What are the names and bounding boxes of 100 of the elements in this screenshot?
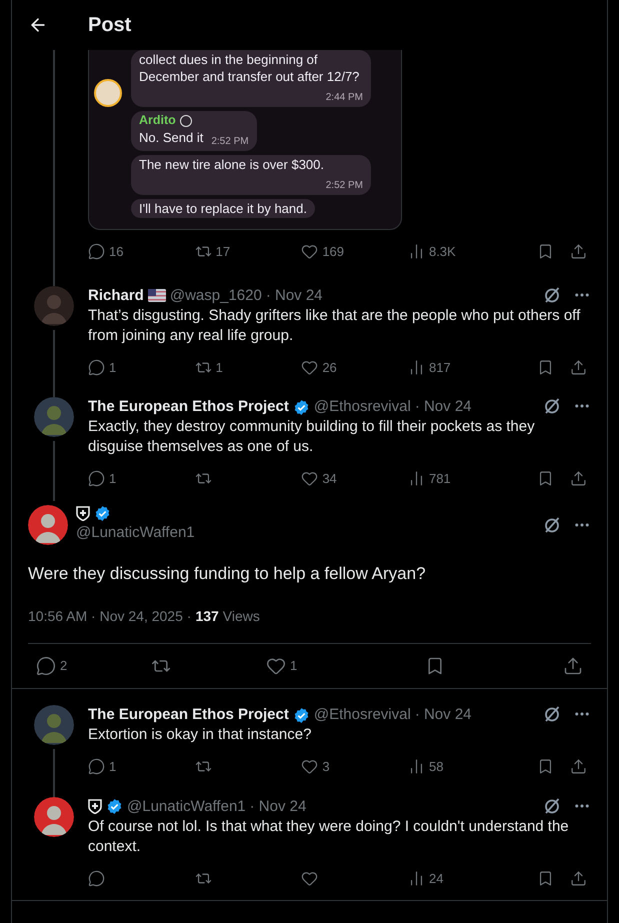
chat-text: I'll have to replace it by hand. bbox=[139, 201, 307, 216]
post-date[interactable]: · Nov 24 bbox=[266, 286, 323, 306]
count: 1 bbox=[290, 657, 298, 676]
post-date[interactable]: · Nov 24 bbox=[414, 705, 472, 725]
chat-time: 2:52 PM bbox=[211, 135, 249, 149]
reply-button[interactable]: 16 bbox=[88, 242, 124, 262]
author-handle[interactable]: @Ethosrevival bbox=[314, 397, 411, 417]
post-date[interactable]: · Nov 24 bbox=[414, 397, 472, 417]
heart-icon bbox=[266, 656, 286, 676]
like-button[interactable] bbox=[301, 870, 318, 887]
count: 1 bbox=[216, 358, 223, 376]
reply-button[interactable]: 1 bbox=[88, 358, 116, 377]
bookmark-icon bbox=[537, 758, 554, 776]
bookmark-button[interactable] bbox=[537, 758, 554, 776]
views-button[interactable]: 8.3K bbox=[408, 242, 456, 262]
share-icon bbox=[570, 358, 587, 376]
bookmark-button[interactable] bbox=[537, 870, 554, 887]
reply-text: Extortion is okay in that instance? bbox=[88, 725, 312, 745]
count: 34 bbox=[322, 470, 337, 488]
slashed-circle-icon[interactable] bbox=[543, 705, 561, 723]
views-button[interactable]: 817 bbox=[408, 358, 451, 377]
post-date[interactable]: · Nov 24 bbox=[250, 796, 306, 816]
repost-button[interactable]: 1 bbox=[194, 358, 223, 377]
like-button[interactable]: 34 bbox=[301, 469, 337, 488]
author-handle[interactable]: @Ethosrevival bbox=[314, 705, 411, 725]
bookmark-button[interactable] bbox=[537, 243, 554, 260]
reply-text: Exactly, they destroy community building to fill their pockets as they disguise themselves as one of us. bbox=[88, 417, 536, 457]
count: 1 bbox=[109, 758, 116, 776]
count: 2 bbox=[60, 657, 68, 676]
speech-bubble-icon bbox=[88, 870, 105, 887]
count: 817 bbox=[428, 358, 451, 376]
count: 1 bbox=[109, 358, 116, 376]
like-button[interactable]: 3 bbox=[301, 757, 330, 776]
count: 1 bbox=[109, 470, 116, 488]
speech-bubble-icon bbox=[88, 243, 105, 260]
bookmark-button[interactable] bbox=[537, 470, 554, 488]
reply-button[interactable]: 1 bbox=[88, 757, 116, 776]
author-name[interactable]: Richard bbox=[88, 286, 144, 306]
slashed-circle-icon[interactable] bbox=[543, 516, 561, 534]
share-button[interactable] bbox=[570, 870, 587, 887]
reply-button[interactable]: 2 bbox=[36, 656, 68, 676]
slashed-circle-icon[interactable] bbox=[543, 397, 561, 415]
count: 26 bbox=[322, 358, 337, 376]
speech-bubble-icon bbox=[88, 470, 105, 488]
bookmark-icon bbox=[537, 243, 554, 260]
chat-text: collect dues in the beginning of December and transfer out after 12/7? bbox=[139, 52, 360, 84]
slashed-circle-icon[interactable] bbox=[543, 796, 561, 814]
count: 8.3K bbox=[428, 243, 456, 261]
reply-button[interactable] bbox=[88, 870, 105, 887]
share-icon bbox=[570, 470, 587, 488]
chat-screenshot[interactable]: collect dues in the beginning of December and transfer out after 12/7? 2:44 PM Ardito No. Send it 2:52 PM The new tire alone is over $300. 2:52 PM I'll have to replace it by hand. bbox=[88, 50, 402, 230]
repost-button[interactable]: 17 bbox=[194, 242, 230, 262]
author-handle[interactable]: @wasp_1620 bbox=[170, 286, 262, 306]
author-handle[interactable]: @LunaticWaffen1 bbox=[127, 796, 246, 816]
share-icon bbox=[570, 870, 587, 887]
avatar[interactable] bbox=[34, 796, 74, 836]
share-button[interactable] bbox=[570, 758, 587, 776]
author-handle[interactable]: @LunaticWaffen1 bbox=[76, 522, 195, 544]
bookmark-button[interactable] bbox=[537, 358, 554, 376]
count: 3 bbox=[322, 758, 330, 776]
like-button[interactable]: 26 bbox=[301, 358, 337, 377]
reply-text: Of course not lol. Is that what they were doing? I couldn't understand the context. bbox=[88, 816, 570, 856]
chat-sender: Ardito bbox=[139, 112, 176, 129]
views-count: 137 bbox=[195, 607, 219, 626]
chat-time: 2:44 PM bbox=[326, 91, 363, 105]
count: 24 bbox=[428, 870, 444, 888]
heart-icon bbox=[301, 358, 318, 376]
heart-icon bbox=[301, 758, 318, 776]
bookmark-icon bbox=[537, 870, 554, 887]
share-button[interactable] bbox=[570, 243, 587, 260]
share-button[interactable] bbox=[563, 656, 583, 676]
share-icon bbox=[570, 243, 587, 260]
reply-button[interactable]: 1 bbox=[88, 469, 116, 488]
author-name[interactable]: The European Ethos Project bbox=[88, 397, 289, 417]
share-button[interactable] bbox=[570, 470, 587, 488]
like-button[interactable]: 1 bbox=[266, 656, 298, 676]
speech-bubble-icon bbox=[88, 358, 105, 376]
views-label: Views bbox=[222, 607, 260, 626]
count: 16 bbox=[109, 243, 124, 261]
like-button[interactable]: 169 bbox=[301, 242, 344, 262]
speech-bubble-icon bbox=[36, 656, 56, 676]
count: 58 bbox=[428, 758, 444, 776]
speech-bubble-icon bbox=[88, 758, 105, 776]
share-icon bbox=[563, 656, 583, 676]
author-name[interactable]: The European Ethos Project bbox=[88, 705, 289, 725]
share-button[interactable] bbox=[570, 358, 587, 376]
chat-text: The new tire alone is over $300. bbox=[139, 157, 324, 172]
count: 169 bbox=[322, 243, 344, 261]
heart-icon bbox=[301, 870, 318, 887]
views-button[interactable]: 781 bbox=[408, 469, 451, 488]
views-button[interactable]: 58 bbox=[408, 757, 444, 776]
slashed-circle-icon[interactable] bbox=[543, 286, 561, 304]
count: 17 bbox=[216, 243, 230, 261]
avatar[interactable] bbox=[28, 504, 68, 544]
reply-text: That’s disgusting. Shady grifters like that are the people who put others off from joining any real life group. bbox=[88, 306, 582, 346]
count: 781 bbox=[428, 470, 451, 488]
post-timestamp[interactable]: 10:56 AM · Nov 24, 2025 · bbox=[28, 606, 192, 627]
heart-icon bbox=[301, 243, 318, 260]
views-button[interactable]: 24 bbox=[408, 868, 444, 888]
heart-icon bbox=[301, 470, 318, 488]
